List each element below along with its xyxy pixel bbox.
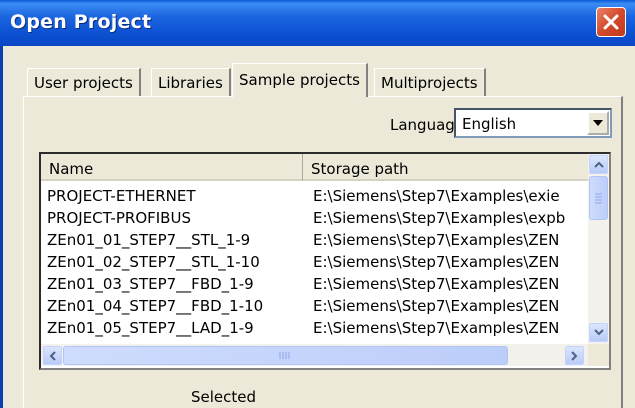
scroll-right-button[interactable] (565, 346, 584, 365)
scrollbar-corner (588, 344, 609, 366)
tab-sample-projects[interactable]: Sample projects (232, 63, 368, 97)
vertical-scrollbar[interactable] (588, 154, 609, 344)
tab-label: Libraries (158, 74, 223, 92)
title-bar[interactable]: Open Project (0, 0, 635, 46)
chevron-up-icon (593, 161, 604, 168)
storage-path: E:\Siemens\Step7\Examples\ZEN (313, 275, 560, 293)
tab-user-projects[interactable]: User projects (27, 68, 141, 96)
storage-path: E:\Siemens\Step7\Examples\ZEN (313, 253, 560, 271)
scroll-left-button[interactable] (43, 346, 62, 365)
language-select[interactable]: English (454, 108, 612, 138)
project-list[interactable]: Name Storage path PROJECT-ETHERNET E:\Si… (39, 152, 611, 370)
selected-label: Selected (191, 388, 257, 406)
language-value: English (462, 115, 517, 133)
close-button[interactable] (596, 7, 626, 37)
tab-multiprojects[interactable]: Multiprojects (374, 68, 486, 96)
grip-icon (595, 193, 602, 204)
close-icon (603, 14, 619, 30)
tab-label: Multiprojects (381, 74, 478, 92)
language-dropdown-button[interactable] (587, 111, 609, 135)
list-header: Name Storage path (41, 154, 588, 181)
project-name: PROJECT-ETHERNET (47, 187, 196, 205)
project-name: ZEn01_01_STEP7__STL_1-9 (47, 231, 251, 249)
chevron-right-icon (571, 350, 578, 361)
project-name: ZEn01_03_STEP7__FBD_1-9 (47, 275, 254, 293)
project-name: ZEn01_04_STEP7__FBD_1-10 (47, 297, 264, 315)
window-title: Open Project (10, 11, 152, 33)
chevron-left-icon (49, 350, 56, 361)
grip-icon (279, 352, 290, 359)
chevron-down-icon (593, 329, 604, 336)
language-label: Language (390, 116, 465, 134)
chevron-down-icon (593, 120, 603, 126)
horizontal-scrollbar[interactable] (41, 344, 588, 366)
vertical-scroll-thumb[interactable] (589, 176, 608, 220)
project-name: ZEn01_02_STEP7__STL_1-10 (47, 253, 260, 271)
project-name: ZEn01_05_STEP7__LAD_1-9 (47, 319, 254, 337)
storage-path: E:\Siemens\Step7\Examples\exie (313, 187, 560, 205)
horizontal-scroll-thumb[interactable] (63, 346, 508, 365)
tab-libraries[interactable]: Libraries (151, 68, 231, 96)
tab-label: Sample projects (239, 71, 360, 89)
storage-path: E:\Siemens\Step7\Examples\ZEN (313, 319, 560, 337)
scroll-up-button[interactable] (589, 155, 608, 174)
scroll-down-button[interactable] (589, 323, 608, 342)
window-border (0, 46, 3, 408)
column-header-name[interactable]: Name (41, 154, 303, 181)
project-name: PROJECT-PROFIBUS (47, 209, 191, 227)
column-header-storage-path[interactable]: Storage path (303, 154, 588, 181)
storage-path: E:\Siemens\Step7\Examples\ZEN (313, 297, 560, 315)
tab-label: User projects (34, 74, 133, 92)
storage-path: E:\Siemens\Step7\Examples\expb (313, 209, 566, 227)
storage-path: E:\Siemens\Step7\Examples\ZEN (313, 231, 560, 249)
